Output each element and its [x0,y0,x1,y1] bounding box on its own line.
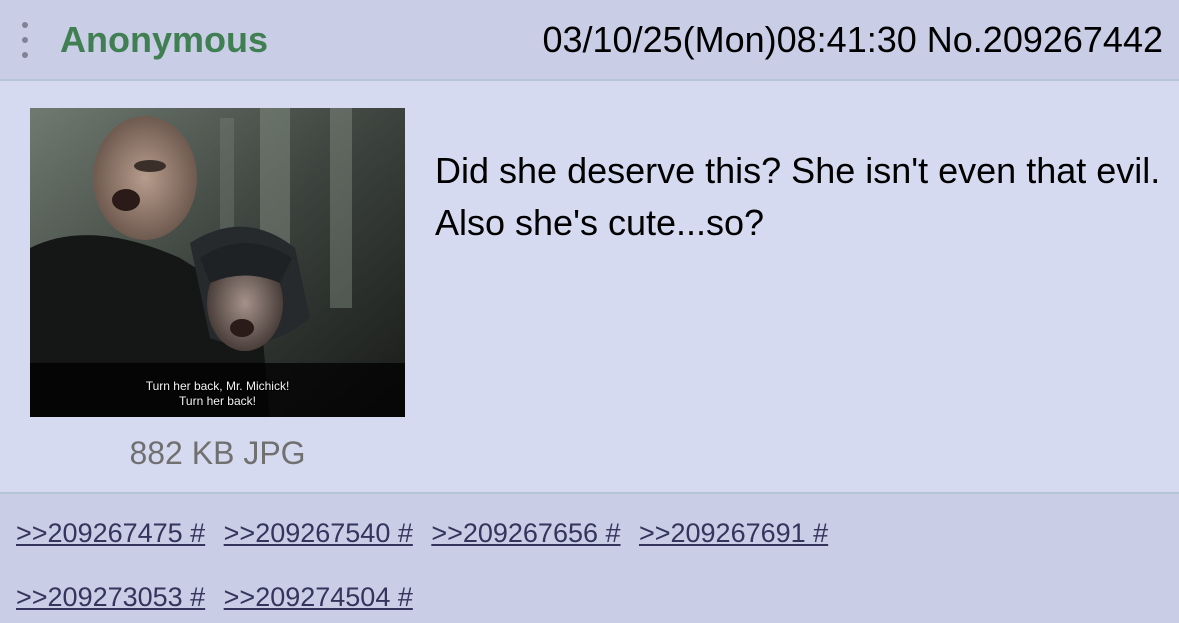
file-info[interactable]: 882 KB JPG [30,433,405,473]
reply-link[interactable]: >>209273053 # [16,582,205,612]
subtitle-line-1: Turn her back, Mr. Michick! [145,379,290,393]
reply-links: >>209267475 # >>209267540 # >>209267656 … [0,492,1179,623]
subtitle-line-2: Turn her back! [179,394,256,408]
reply-link[interactable]: >>209267691 # [639,518,828,548]
reply-link[interactable]: >>209267656 # [431,518,620,548]
post-body: Turn her back, Mr. Michick! Turn her bac… [0,81,1179,492]
poster-name: Anonymous [60,19,269,60]
post-header: Anonymous 03/10/25(Mon)08:41:30 No.20926… [0,0,1179,81]
post-meta: 03/10/25(Mon)08:41:30 No.209267442 [542,18,1163,62]
image-subtitle: Turn her back, Mr. Michick! Turn her bac… [30,379,405,409]
reply-row: >>209273053 # >>209274504 # [16,580,427,614]
vertical-dots-icon[interactable] [20,22,30,58]
post-thumbnail[interactable]: Turn her back, Mr. Michick! Turn her bac… [30,108,405,417]
post-comment: Did she deserve this? She isn't even tha… [435,150,1161,243]
post-container: Anonymous 03/10/25(Mon)08:41:30 No.20926… [0,0,1179,623]
reply-row: >>209267475 # >>209267540 # >>209267656 … [16,516,842,550]
reply-link[interactable]: >>209267540 # [224,518,413,548]
post-number[interactable]: No.209267442 [927,19,1163,60]
reply-link[interactable]: >>209267475 # [16,518,205,548]
reply-link[interactable]: >>209274504 # [224,582,413,612]
post-datetime: 03/10/25(Mon)08:41:30 [542,19,917,60]
